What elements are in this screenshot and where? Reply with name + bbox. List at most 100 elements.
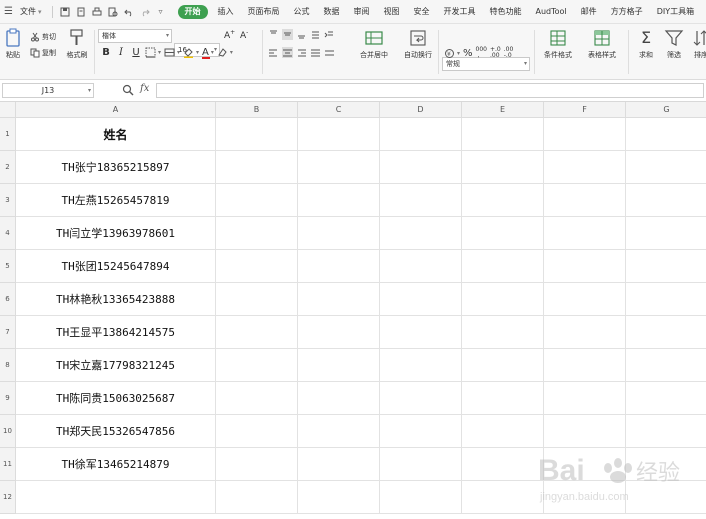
- cell-g6[interactable]: [626, 283, 706, 316]
- menu-icon[interactable]: ☰: [4, 6, 18, 17]
- row-header-7[interactable]: 7: [0, 316, 16, 349]
- cell-a7[interactable]: TH王显平13864214575: [16, 316, 216, 349]
- print-icon[interactable]: [89, 4, 105, 20]
- row-header-3[interactable]: 3: [0, 184, 16, 217]
- formula-input[interactable]: [156, 83, 704, 98]
- chevron-down-icon[interactable]: ▾: [196, 49, 199, 56]
- underline-icon[interactable]: U: [130, 47, 142, 58]
- justify-icon[interactable]: [310, 47, 321, 58]
- cell-b7[interactable]: [216, 316, 298, 349]
- redo-icon[interactable]: [137, 4, 153, 20]
- cell-border-icon[interactable]: [164, 47, 175, 58]
- cell-g4[interactable]: [626, 217, 706, 250]
- indent-icon[interactable]: [324, 29, 335, 40]
- cell-g1[interactable]: [626, 118, 706, 151]
- chevron-down-icon[interactable]: ▾: [38, 8, 42, 16]
- cell-g10[interactable]: [626, 415, 706, 448]
- increase-decimal-icon[interactable]: +.0.00: [490, 47, 501, 59]
- cell-a5[interactable]: TH张团15245647894: [16, 250, 216, 283]
- tab-diy-toolbox[interactable]: DIY工具箱: [650, 0, 701, 24]
- chevron-down-icon[interactable]: ▾: [457, 50, 460, 57]
- cell-b9[interactable]: [216, 382, 298, 415]
- row-header-11[interactable]: 11: [0, 448, 16, 481]
- row-header-1[interactable]: 1: [0, 118, 16, 151]
- border-icon[interactable]: [145, 47, 156, 58]
- cell-f8[interactable]: [544, 349, 626, 382]
- cell-b6[interactable]: [216, 283, 298, 316]
- cell-a9[interactable]: TH陈同贵15063025687: [16, 382, 216, 415]
- align-bottom-icon[interactable]: [296, 29, 307, 40]
- cell-a6[interactable]: TH林艳秋13365423888: [16, 283, 216, 316]
- sort-button[interactable]: 排序: [690, 28, 706, 60]
- cell-f3[interactable]: [544, 184, 626, 217]
- column-header-f[interactable]: F: [544, 102, 626, 118]
- row-header-2[interactable]: 2: [0, 151, 16, 184]
- tab-page-layout[interactable]: 页面布局: [241, 0, 287, 24]
- column-header-b[interactable]: B: [216, 102, 298, 118]
- row-header-12[interactable]: 12: [0, 481, 16, 514]
- cell-e3[interactable]: [462, 184, 544, 217]
- decrease-font-icon[interactable]: A-: [240, 29, 248, 41]
- row-header-8[interactable]: 8: [0, 349, 16, 382]
- row-header-9[interactable]: 9: [0, 382, 16, 415]
- select-all-corner[interactable]: [0, 102, 16, 118]
- file-menu[interactable]: 文件: [20, 6, 36, 17]
- column-header-g[interactable]: G: [626, 102, 706, 118]
- cell-b12[interactable]: [216, 481, 298, 514]
- cell-g9[interactable]: [626, 382, 706, 415]
- currency-icon[interactable]: ¥: [444, 48, 455, 59]
- cut-button[interactable]: 剪切: [30, 30, 56, 44]
- clear-format-icon[interactable]: [217, 47, 228, 58]
- cell-d2[interactable]: [380, 151, 462, 184]
- cell-e9[interactable]: [462, 382, 544, 415]
- cell-e6[interactable]: [462, 283, 544, 316]
- cell-c4[interactable]: [298, 217, 380, 250]
- cell-d10[interactable]: [380, 415, 462, 448]
- cell-b11[interactable]: [216, 448, 298, 481]
- tab-security[interactable]: 安全: [407, 0, 437, 24]
- cell-f10[interactable]: [544, 415, 626, 448]
- cell-d11[interactable]: [380, 448, 462, 481]
- cell-e5[interactable]: [462, 250, 544, 283]
- cell-b3[interactable]: [216, 184, 298, 217]
- tab-data[interactable]: 数据: [317, 0, 347, 24]
- print-preview-icon[interactable]: [105, 4, 121, 20]
- format-painter-button[interactable]: 格式刷: [64, 28, 90, 60]
- cell-c10[interactable]: [298, 415, 380, 448]
- cell-d4[interactable]: [380, 217, 462, 250]
- align-left-icon[interactable]: [268, 47, 279, 58]
- cell-b8[interactable]: [216, 349, 298, 382]
- column-header-e[interactable]: E: [462, 102, 544, 118]
- table-style-button[interactable]: 表格样式: [582, 28, 622, 60]
- cell-a11[interactable]: TH徐军13465214879: [16, 448, 216, 481]
- column-header-c[interactable]: C: [298, 102, 380, 118]
- cell-c8[interactable]: [298, 349, 380, 382]
- chevron-down-icon[interactable]: ▾: [88, 84, 91, 97]
- increase-font-icon[interactable]: A+: [224, 29, 235, 41]
- cell-b5[interactable]: [216, 250, 298, 283]
- row-header-10[interactable]: 10: [0, 415, 16, 448]
- zoom-search-icon[interactable]: [122, 84, 134, 96]
- cell-d6[interactable]: [380, 283, 462, 316]
- cell-a4[interactable]: TH闫立学13963978601: [16, 217, 216, 250]
- cell-f9[interactable]: [544, 382, 626, 415]
- cell-g5[interactable]: [626, 250, 706, 283]
- cell-d12[interactable]: [380, 481, 462, 514]
- cell-f1[interactable]: [544, 118, 626, 151]
- decrease-decimal-icon[interactable]: .00 -.0: [504, 47, 514, 59]
- cell-e7[interactable]: [462, 316, 544, 349]
- cell-c11[interactable]: [298, 448, 380, 481]
- cell-d5[interactable]: [380, 250, 462, 283]
- cell-b2[interactable]: [216, 151, 298, 184]
- tab-mail[interactable]: 邮件: [574, 0, 604, 24]
- tab-home[interactable]: 开始: [177, 4, 208, 19]
- cell-c6[interactable]: [298, 283, 380, 316]
- cell-g7[interactable]: [626, 316, 706, 349]
- chevron-down-icon[interactable]: ▾: [177, 49, 180, 56]
- align-top-icon[interactable]: [268, 29, 279, 40]
- align-center-icon[interactable]: [282, 47, 293, 58]
- tab-formulas[interactable]: 公式: [287, 0, 317, 24]
- name-box[interactable]: J13 ▾: [2, 83, 94, 98]
- row-header-4[interactable]: 4: [0, 217, 16, 250]
- cell-b4[interactable]: [216, 217, 298, 250]
